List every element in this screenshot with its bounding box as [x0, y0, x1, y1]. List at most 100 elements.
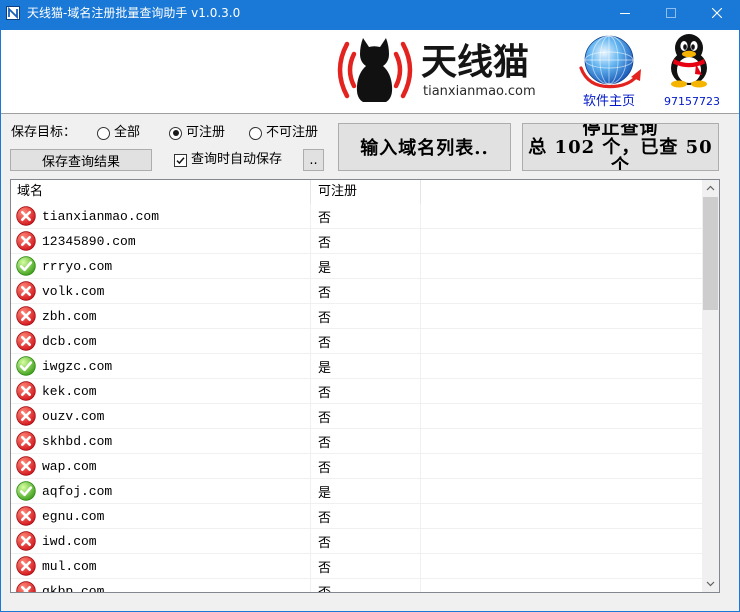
column-header-registrable[interactable]: 可注册	[311, 180, 421, 204]
unavailable-cross-icon	[16, 531, 36, 551]
input-domain-list-button[interactable]: 输入域名列表..	[338, 123, 511, 171]
domain-name: wap.com	[42, 458, 97, 474]
registrable-value: 否	[318, 210, 332, 226]
registrable-value: 否	[318, 410, 332, 426]
registrable-cell: 否	[311, 504, 421, 528]
save-results-button[interactable]: 保存查询结果	[10, 149, 152, 171]
homepage-label[interactable]: 软件主页	[576, 94, 642, 110]
table-row[interactable]: gkbp.com 否	[11, 579, 702, 592]
table-row[interactable]: rrryo.com 是	[11, 254, 702, 279]
table-row[interactable]: tianxianmao.com 否	[11, 204, 702, 229]
save-target-label: 保存目标：	[11, 125, 77, 140]
table-row[interactable]: kek.com 否	[11, 379, 702, 404]
registrable-value: 否	[318, 460, 332, 476]
registrable-value: 否	[318, 335, 332, 351]
domain-cell: mul.com	[11, 554, 311, 578]
radio-label[interactable]: 可注册	[186, 124, 225, 142]
window-border-left	[0, 30, 1, 612]
registrable-value: 否	[318, 385, 332, 401]
chevron-up-icon	[706, 185, 715, 191]
registrable-cell: 否	[311, 429, 421, 453]
globe-icon[interactable]	[576, 32, 642, 92]
title-bar[interactable]: 天线猫-域名注册批量查询助手 v1.0.3.0	[0, 0, 740, 30]
domain-name: egnu.com	[42, 508, 105, 524]
table-row[interactable]: aqfoj.com 是	[11, 479, 702, 504]
logo-brand-text: 天线猫	[421, 42, 530, 83]
registrable-cell: 是	[311, 254, 421, 278]
table-row[interactable]: mul.com 否	[11, 554, 702, 579]
domain-name: mul.com	[42, 558, 97, 574]
registrable-cell: 否	[311, 304, 421, 328]
table-row[interactable]: ouzv.com 否	[11, 404, 702, 429]
radio-label[interactable]: 全部	[114, 124, 140, 142]
list-rows[interactable]: tianxianmao.com 否 12345890.com 否 rrryo.com 是 v…	[11, 204, 702, 592]
result-list[interactable]: 域名 可注册 tianxianmao.com 否 12345890.com 否 rrry…	[10, 179, 720, 593]
registrable-cell: 否	[311, 579, 421, 592]
domain-cell: iwgzc.com	[11, 354, 311, 378]
domain-cell: ouzv.com	[11, 404, 311, 428]
registrable-cell: 否	[311, 204, 421, 228]
registrable-value: 否	[318, 560, 332, 576]
radio-save-all[interactable]: 全部	[97, 124, 140, 142]
table-row[interactable]: skhbd.com 否	[11, 429, 702, 454]
auto-save-label[interactable]: 查询时自动保存	[191, 151, 282, 169]
filler-cell	[421, 554, 702, 578]
radio-label[interactable]: 不可注册	[266, 124, 318, 142]
checkmark-icon	[176, 156, 185, 164]
scroll-thumb[interactable]	[703, 197, 718, 310]
column-header-domain[interactable]: 域名	[11, 180, 311, 204]
homepage-link[interactable]: 软件主页	[576, 32, 642, 112]
scroll-down-button[interactable]	[702, 575, 719, 592]
filler-cell	[421, 379, 702, 403]
filler-cell	[421, 454, 702, 478]
domain-name: dcb.com	[42, 333, 97, 349]
filler-cell	[421, 254, 702, 278]
filler-cell	[421, 479, 702, 503]
scroll-up-button[interactable]	[702, 180, 719, 197]
checkbox-box[interactable]	[174, 153, 187, 167]
domain-name: aqfoj.com	[42, 483, 113, 499]
qq-penguin-icon[interactable]	[664, 32, 714, 88]
table-row[interactable]: egnu.com 否	[11, 504, 702, 529]
registrable-value: 否	[318, 535, 332, 551]
domain-name: 12345890.com	[42, 233, 136, 249]
auto-save-checkbox[interactable]: 查询时自动保存	[174, 151, 282, 169]
table-row[interactable]: volk.com 否	[11, 279, 702, 304]
radio-circle[interactable]	[169, 126, 182, 140]
domain-cell: skhbd.com	[11, 429, 311, 453]
vertical-scrollbar[interactable]	[702, 180, 719, 592]
registrable-cell: 否	[311, 229, 421, 253]
qq-link[interactable]: 97157723	[664, 32, 720, 112]
table-row[interactable]: iwgzc.com 是	[11, 354, 702, 379]
registrable-value: 否	[318, 310, 332, 326]
unavailable-cross-icon	[16, 456, 36, 476]
table-row[interactable]: wap.com 否	[11, 454, 702, 479]
radio-circle[interactable]	[97, 126, 110, 140]
radio-save-unregistrable[interactable]: 不可注册	[249, 124, 318, 142]
registrable-cell: 否	[311, 454, 421, 478]
radio-save-registrable[interactable]: 可注册	[169, 124, 225, 142]
registrable-cell: 否	[311, 329, 421, 353]
radio-circle[interactable]	[249, 126, 262, 140]
close-icon	[712, 8, 722, 18]
table-row[interactable]: zbh.com 否	[11, 304, 702, 329]
unavailable-cross-icon	[16, 206, 36, 226]
registrable-cell: 是	[311, 479, 421, 503]
browse-button[interactable]: ..	[303, 149, 324, 171]
registrable-value: 否	[318, 435, 332, 451]
minimize-button[interactable]	[602, 0, 648, 30]
unavailable-cross-icon	[16, 556, 36, 576]
table-row[interactable]: 12345890.com 否	[11, 229, 702, 254]
stop-query-button[interactable]: 停止查询 总 102 个，已查 50 个	[522, 123, 719, 171]
maximize-button[interactable]	[648, 0, 694, 30]
unavailable-cross-icon	[16, 331, 36, 351]
app-logo-icon	[6, 6, 20, 20]
table-row[interactable]: dcb.com 否	[11, 329, 702, 354]
domain-name: iwgzc.com	[42, 358, 113, 374]
filler-cell	[421, 579, 702, 592]
table-row[interactable]: iwd.com 否	[11, 529, 702, 554]
qq-number-label[interactable]: 97157723	[664, 94, 720, 110]
filler-cell	[421, 429, 702, 453]
close-button[interactable]	[694, 0, 740, 30]
filler-cell	[421, 279, 702, 303]
